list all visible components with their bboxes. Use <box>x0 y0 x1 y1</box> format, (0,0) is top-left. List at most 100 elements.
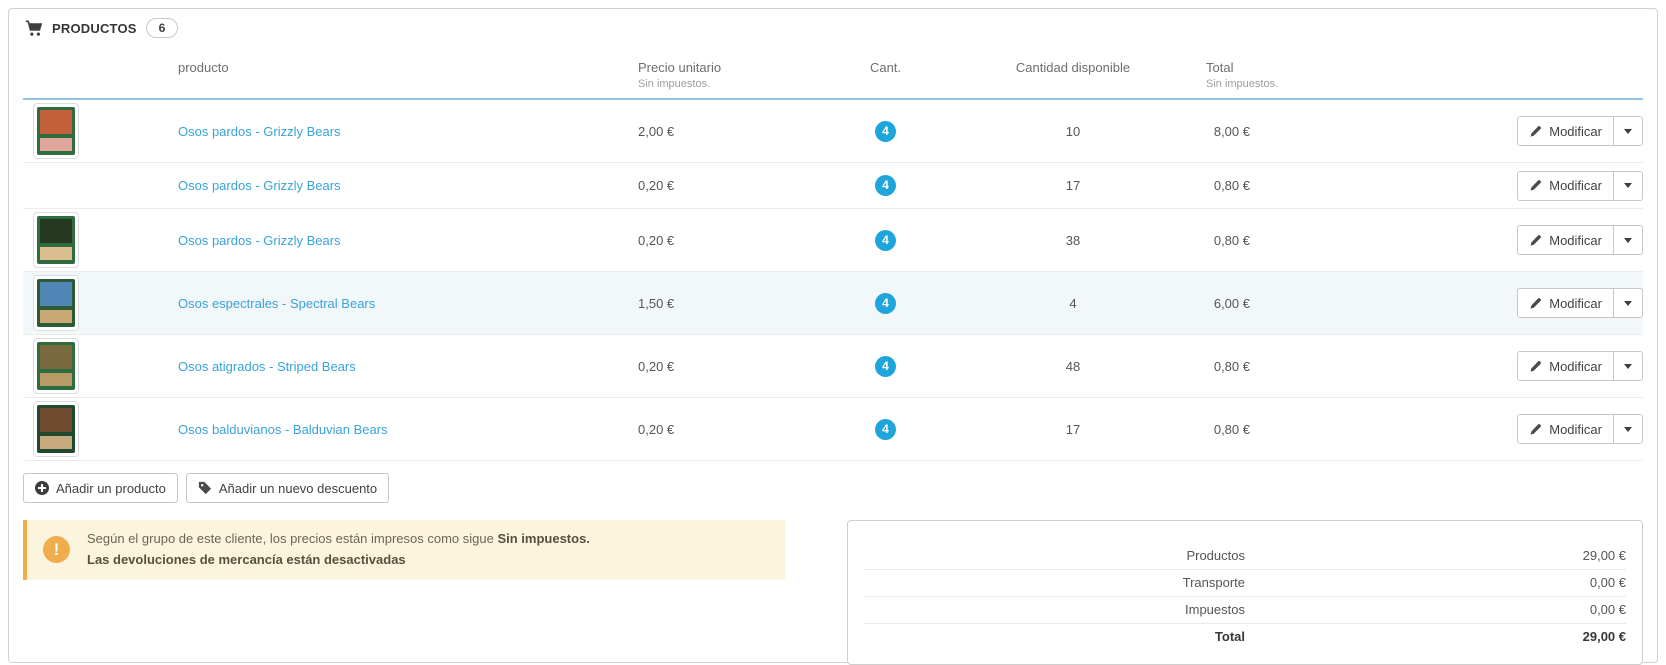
modify-button[interactable]: Modificar <box>1517 225 1614 255</box>
quantity-badge: 4 <box>875 229 896 251</box>
row-action-group: Modificar <box>1517 351 1643 381</box>
pencil-icon <box>1529 179 1542 192</box>
table-row: Osos pardos - Grizzly Bears 0,20 € 4 38 … <box>23 209 1643 272</box>
modify-button[interactable]: Modificar <box>1517 116 1614 146</box>
column-header-available: Cantidad disponible <box>1015 60 1131 75</box>
modify-dropdown-toggle[interactable] <box>1613 170 1643 201</box>
pencil-icon <box>1529 423 1542 436</box>
table-row: Osos pardos - Grizzly Bears 0,20 € 4 17 … <box>23 163 1643 209</box>
total-row: Transporte 0,00 € <box>864 570 1626 597</box>
quantity-badge: 4 <box>875 418 896 440</box>
column-header-product: producto <box>178 60 229 75</box>
products-panel: PRODUCTOS 6 producto Precio unitario Sin… <box>8 8 1658 665</box>
quantity-badge: 4 <box>875 355 896 377</box>
product-thumbnail <box>33 338 79 394</box>
card-image <box>37 107 75 155</box>
total-price-value: 0,80 € <box>1213 358 1250 374</box>
modify-dropdown-toggle[interactable] <box>1613 351 1643 381</box>
total-row-label: Impuestos <box>1185 602 1245 617</box>
panel-heading: PRODUCTOS 6 <box>9 9 1657 44</box>
modify-button[interactable]: Modificar <box>1517 351 1614 381</box>
available-quantity-value: 38 <box>1065 232 1081 248</box>
product-thumbnail <box>33 275 79 331</box>
product-count-badge: 6 <box>145 18 179 38</box>
column-header-unit-price: Precio unitario <box>638 60 722 75</box>
product-link[interactable]: Osos pardos - Grizzly Bears <box>178 233 341 248</box>
product-link[interactable]: Osos espectrales - Spectral Bears <box>178 296 375 311</box>
order-totals-box: Productos 29,00 € Transporte 0,00 € Impu… <box>847 520 1643 665</box>
modify-dropdown-toggle[interactable] <box>1613 288 1643 318</box>
caret-down-icon <box>1624 237 1632 243</box>
add-discount-button[interactable]: Añadir un nuevo descuento <box>185 473 390 503</box>
product-link[interactable]: Osos balduvianos - Balduvian Bears <box>178 422 388 437</box>
total-row-label: Total <box>1214 629 1245 644</box>
column-subheader-unit-price: Sin impuestos. <box>638 78 711 90</box>
caret-down-icon <box>1624 128 1632 134</box>
modify-dropdown-toggle[interactable] <box>1613 116 1643 146</box>
panel-title: PRODUCTOS <box>52 20 137 36</box>
pencil-icon <box>1529 360 1542 373</box>
total-price-value: 0,80 € <box>1213 178 1250 193</box>
quantity-badge: 4 <box>875 292 896 314</box>
product-link[interactable]: Osos pardos - Grizzly Bears <box>178 124 341 139</box>
total-row-value: 29,00 € <box>1582 629 1626 644</box>
quantity-badge: 4 <box>875 120 896 142</box>
caret-down-icon <box>1624 363 1632 369</box>
available-quantity-value: 17 <box>1065 178 1081 193</box>
modify-dropdown-toggle[interactable] <box>1613 414 1643 444</box>
modify-button[interactable]: Modificar <box>1517 288 1614 318</box>
warning-line-2: Las devoluciones de mercancía están desa… <box>87 551 406 567</box>
unit-price-value: 0,20 € <box>638 232 675 248</box>
row-action-group: Modificar <box>1517 414 1643 444</box>
unit-price-value: 2,00 € <box>638 123 675 139</box>
row-action-group: Modificar <box>1517 225 1643 255</box>
plus-circle-icon <box>35 481 49 495</box>
modify-dropdown-toggle[interactable] <box>1613 225 1643 255</box>
row-action-group: Modificar <box>1517 288 1643 318</box>
table-row: Osos atigrados - Striped Bears 0,20 € 4 … <box>23 335 1643 398</box>
cart-icon <box>25 19 43 37</box>
unit-price-value: 0,20 € <box>638 358 675 374</box>
total-row-label: Transporte <box>1182 575 1245 590</box>
caret-down-icon <box>1624 426 1632 432</box>
quantity-badge: 4 <box>875 175 896 196</box>
card-image <box>37 279 75 327</box>
actions-bar: Añadir un producto Añadir un nuevo descu… <box>23 473 1643 503</box>
pencil-icon <box>1529 297 1542 310</box>
table-header-row: producto Precio unitario Sin impuestos. … <box>23 44 1643 100</box>
add-product-button[interactable]: Añadir un producto <box>23 473 178 503</box>
total-price-value: 0,80 € <box>1213 421 1250 437</box>
total-row-value: 29,00 € <box>1582 548 1626 563</box>
pencil-icon <box>1529 234 1542 247</box>
column-header-total: Total <box>1206 60 1234 75</box>
column-subheader-total: Sin impuestos. <box>1206 78 1279 90</box>
unit-price-value: 1,50 € <box>638 295 675 311</box>
product-thumbnail <box>33 212 79 268</box>
total-row: Impuestos 0,00 € <box>864 597 1626 624</box>
modify-button[interactable]: Modificar <box>1517 170 1614 201</box>
unit-price-value: 0,20 € <box>638 178 675 193</box>
product-thumbnail <box>33 103 79 159</box>
card-image <box>37 216 75 264</box>
total-row-label: Productos <box>1186 548 1245 563</box>
product-table-body: Osos pardos - Grizzly Bears 2,00 € 4 10 … <box>23 100 1643 461</box>
warning-icon: ! <box>43 536 70 564</box>
available-quantity-value: 48 <box>1065 358 1081 374</box>
product-thumbnail <box>33 401 79 457</box>
pencil-icon <box>1529 125 1542 138</box>
total-row: Total 29,00 € <box>864 624 1626 650</box>
product-link[interactable]: Osos pardos - Grizzly Bears <box>178 178 341 193</box>
card-image <box>37 342 75 390</box>
total-price-value: 6,00 € <box>1213 295 1250 311</box>
modify-button[interactable]: Modificar <box>1517 414 1614 444</box>
table-row: Osos espectrales - Spectral Bears 1,50 €… <box>23 272 1643 335</box>
caret-down-icon <box>1624 300 1632 306</box>
total-row-value: 0,00 € <box>1589 602 1626 617</box>
total-row-value: 0,00 € <box>1589 575 1626 590</box>
total-price-value: 0,80 € <box>1213 232 1250 248</box>
column-header-quantity: Cant. <box>869 60 902 75</box>
row-action-group: Modificar <box>1517 170 1643 201</box>
warning-line-1: Según el grupo de este cliente, los prec… <box>87 531 590 546</box>
product-link[interactable]: Osos atigrados - Striped Bears <box>178 359 356 374</box>
unit-price-value: 0,20 € <box>638 421 675 437</box>
